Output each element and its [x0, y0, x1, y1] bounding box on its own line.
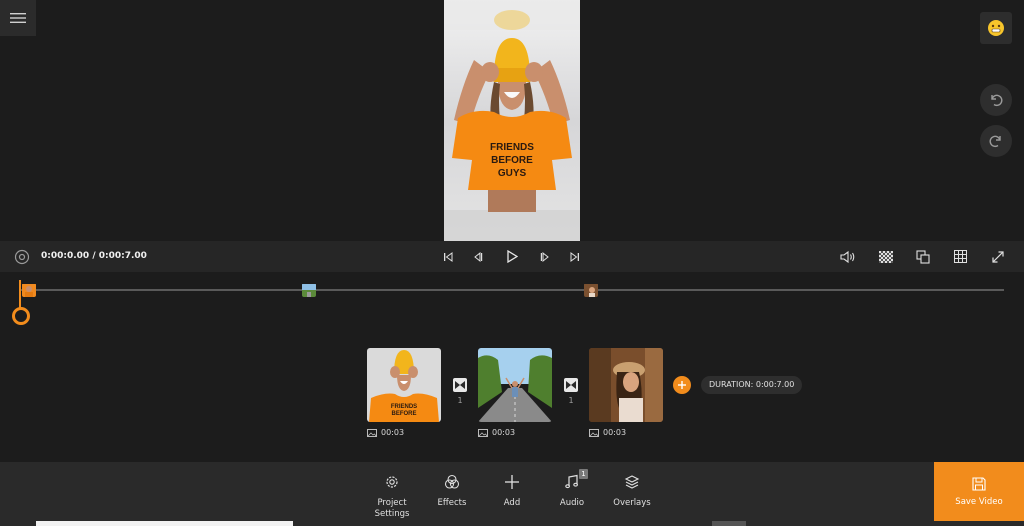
effects-icon — [444, 474, 460, 489]
redo-button[interactable] — [980, 125, 1012, 157]
volume-icon — [840, 250, 855, 263]
aspect-ratio-button[interactable] — [913, 241, 933, 272]
video-preview: FRIENDS BEFORE GUYS — [444, 0, 580, 241]
image-icon — [367, 428, 377, 437]
settings-icon — [14, 249, 30, 264]
checker-icon — [879, 250, 893, 263]
transition-count-2: 1 — [568, 396, 574, 405]
transition-icon — [455, 381, 465, 389]
menu-icon — [10, 13, 26, 23]
save-icon — [972, 477, 986, 491]
gear-icon — [386, 476, 398, 488]
total-duration-badge: DURATION: 0:00:7.00 — [701, 376, 803, 394]
save-video-label: Save Video — [955, 497, 1003, 507]
frame-forward-button[interactable] — [537, 241, 553, 272]
timeline-marker-2[interactable] — [302, 283, 316, 297]
image-icon — [478, 428, 488, 437]
scrollbar-thumb[interactable] — [712, 521, 746, 526]
timeline-marker-3[interactable] — [584, 283, 598, 297]
music-icon — [565, 474, 578, 489]
svg-text:BEFORE: BEFORE — [491, 155, 533, 166]
transition-button-2[interactable] — [564, 378, 578, 392]
clip-thumbnail-1[interactable]: FRIENDS BEFORE — [367, 348, 441, 422]
svg-text:BEFORE: BEFORE — [391, 411, 416, 417]
clip-duration: 00:03 — [381, 428, 405, 437]
undo-button[interactable] — [980, 84, 1012, 116]
fullscreen-icon — [992, 250, 1004, 263]
preview-image: FRIENDS BEFORE GUYS — [444, 0, 580, 241]
frame-back-icon — [474, 251, 483, 262]
clip-label-1: 00:03 — [367, 428, 404, 437]
clip-label-3: 00:03 — [589, 428, 626, 437]
frame-forward-icon — [540, 251, 549, 262]
menu-button[interactable] — [0, 0, 36, 36]
svg-text:FRIENDS: FRIENDS — [490, 142, 534, 153]
svg-text:GUYS: GUYS — [498, 168, 527, 179]
playback-controls-bar: 0:00:0.00 / 0:00:7.00 — [0, 241, 1024, 272]
clip-label-2: 00:03 — [478, 428, 515, 437]
overlays-button[interactable]: Overlays — [602, 472, 662, 509]
image-icon — [589, 428, 599, 437]
playhead-handle[interactable] — [12, 307, 30, 325]
grid-icon — [953, 250, 967, 263]
play-button[interactable] — [503, 241, 521, 272]
add-button[interactable]: Add — [482, 472, 542, 509]
clip-duration: 00:03 — [603, 428, 627, 437]
time-readout: 0:00:0.00 / 0:00:7.00 — [41, 251, 147, 261]
playhead-line[interactable] — [19, 280, 21, 308]
grid-button[interactable] — [950, 241, 970, 272]
clip-thumbnail-2[interactable] — [478, 348, 552, 422]
audio-button[interactable]: 1 Audio — [542, 469, 602, 509]
plus-icon — [505, 475, 519, 489]
fullscreen-button[interactable] — [988, 241, 1008, 272]
clip-duration: 00:03 — [492, 428, 516, 437]
transition-count-1: 1 — [457, 396, 463, 405]
plus-icon — [678, 381, 686, 389]
add-clip-button[interactable] — [673, 376, 691, 394]
project-settings-label: Project Settings — [374, 498, 410, 519]
background-pattern-button[interactable] — [876, 241, 896, 272]
volume-button[interactable] — [838, 241, 858, 272]
skip-to-end-button[interactable] — [567, 241, 583, 272]
project-settings-button[interactable]: Project Settings — [362, 472, 422, 520]
skip-to-start-button[interactable] — [440, 241, 456, 272]
effects-label: Effects — [437, 498, 467, 508]
redo-icon — [989, 135, 1001, 148]
emoji-button[interactable] — [980, 12, 1012, 44]
playback-settings-button[interactable] — [12, 241, 32, 272]
play-icon — [507, 250, 518, 263]
effects-button[interactable]: Effects — [422, 472, 482, 509]
audio-count-badge: 1 — [579, 469, 588, 479]
skip-end-icon — [570, 251, 579, 262]
save-video-button[interactable]: Save Video — [934, 462, 1024, 522]
aspect-icon — [916, 249, 930, 264]
overlays-label: Overlays — [613, 498, 651, 508]
add-label: Add — [503, 498, 521, 508]
frame-back-button[interactable] — [470, 241, 486, 272]
skip-start-icon — [444, 251, 453, 262]
timeline-marker-1[interactable] — [22, 283, 36, 297]
layers-icon — [624, 475, 640, 489]
clip-thumbnail-3[interactable] — [589, 348, 663, 422]
timeline-track[interactable] — [20, 289, 1004, 291]
svg-text:FRIENDS: FRIENDS — [391, 404, 417, 410]
transition-icon — [566, 381, 576, 389]
emoji-icon — [988, 20, 1004, 36]
undo-icon — [991, 94, 1003, 107]
progress-fill — [36, 521, 293, 526]
transition-button-1[interactable] — [453, 378, 467, 392]
audio-label: Audio — [559, 498, 585, 508]
